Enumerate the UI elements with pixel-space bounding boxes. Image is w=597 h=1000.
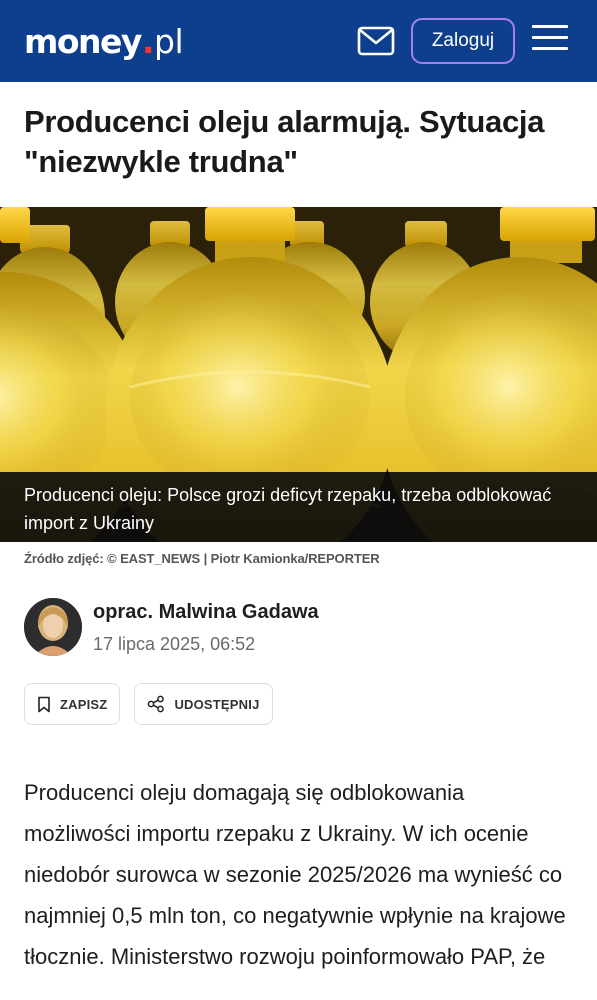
envelope-icon[interactable] xyxy=(357,25,395,57)
share-button[interactable]: UDOSTĘPNIJ xyxy=(134,683,273,725)
image-source: Źródło zdjęć: © EAST_NEWS | Piotr Kamion… xyxy=(24,551,380,566)
article-actions: ZAPISZ UDOSTĘPNIJ xyxy=(24,683,273,725)
article-title: Producenci oleju alarmują. Sytuacja "nie… xyxy=(24,104,545,179)
image-caption: Producenci oleju: Polsce grozi deficyt r… xyxy=(0,472,597,542)
top-bar: money. pl Zaloguj xyxy=(0,0,597,82)
article-lead: Producenci oleju domagają się odblokowan… xyxy=(24,780,566,969)
logo-dot: . xyxy=(141,21,155,61)
hero-image[interactable]: Producenci oleju: Polsce grozi deficyt r… xyxy=(0,207,597,542)
image-source-credit: © EAST_NEWS | Piotr Kamionka/REPORTER xyxy=(107,551,380,566)
money-pl-logo[interactable]: money. pl xyxy=(24,21,184,61)
avatar[interactable] xyxy=(24,598,82,656)
author-name[interactable]: oprac. Malwina Gadawa xyxy=(93,601,319,624)
save-label: ZAPISZ xyxy=(60,696,108,712)
share-label: UDOSTĘPNIJ xyxy=(174,696,260,712)
logo-tld: pl xyxy=(154,21,184,61)
logo-main: money xyxy=(24,21,142,61)
publish-date: 17 lipca 2025, 06:52 xyxy=(93,634,256,654)
login-button[interactable]: Zaloguj xyxy=(411,18,515,64)
share-icon xyxy=(148,695,165,713)
save-button[interactable]: ZAPISZ xyxy=(24,683,121,725)
bookmark-icon xyxy=(38,696,50,712)
author-block: oprac. Malwina Gadawa 17 lipca 2025, 06:… xyxy=(24,598,319,656)
image-source-label: Źródło zdjęć: xyxy=(24,551,104,566)
hamburger-menu-icon[interactable] xyxy=(532,25,568,57)
